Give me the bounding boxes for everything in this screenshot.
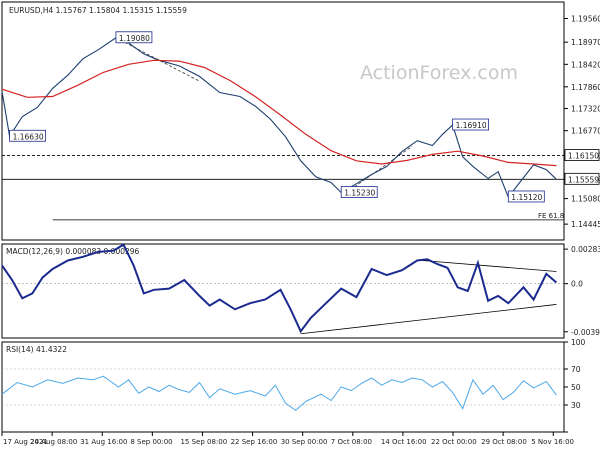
- x-tick-label: 7 Oct 08:00: [331, 438, 372, 446]
- x-tick-label: 22 Oct 00:00: [431, 438, 477, 446]
- macd-y-tick-label: -0.003939: [571, 328, 600, 337]
- macd-y-tick-label: 0.0: [571, 280, 583, 289]
- price-callout-label: 1.16910: [456, 121, 487, 130]
- price-y-tick-label: 1.18970: [571, 38, 600, 47]
- watermark: ActionForex.com: [360, 62, 518, 84]
- x-tick-label: 8 Sep 00:00: [130, 438, 172, 446]
- fibonacci-level-label: FE 61.8: [538, 212, 564, 220]
- macd-y-tick-label: 0.00283: [571, 245, 600, 254]
- rsi-header: RSI(14) 41.4322: [6, 345, 67, 354]
- price-y-tick-label: 1.17320: [571, 105, 600, 114]
- x-tick-label: 31 Aug 16:00: [80, 438, 127, 446]
- price-callout-label: 1.15120: [511, 193, 542, 202]
- x-tick-label: 15 Sep 08:00: [180, 438, 227, 446]
- x-tick-label: 5 Nov 16:00: [531, 438, 574, 446]
- price-y-tick-label: 1.14445: [571, 220, 600, 229]
- x-tick-label: 14 Oct 16:00: [381, 438, 427, 446]
- price-y-tick-label: 1.15080: [571, 195, 600, 204]
- x-tick-label: 29 Oct 08:00: [481, 438, 527, 446]
- rsi-y-tick-label: 70: [571, 365, 581, 374]
- price-header: EURUSD,H4 1.15767 1.15804 1.15315 1.1555…: [9, 6, 187, 15]
- rsi-y-tick-label: 100: [571, 338, 586, 347]
- price-level-label: 1.16150: [568, 152, 599, 161]
- rsi-y-tick-label: 50: [571, 383, 581, 392]
- macd-header: MACD(12,26,9) 0.000083 0.000296: [6, 247, 140, 256]
- x-tick-label: 24 Aug 08:00: [30, 438, 77, 446]
- forex-chart: EURUSD,H4 1.15767 1.15804 1.15315 1.1555…: [0, 0, 600, 450]
- price-callout-label: 1.16630: [13, 132, 44, 141]
- price-callout-label: 1.15230: [344, 189, 375, 198]
- rsi-y-tick-label: 30: [571, 401, 581, 410]
- x-tick-label: 30 Sep 00:00: [281, 438, 328, 446]
- x-tick-label: 22 Sep 16:00: [231, 438, 278, 446]
- price-y-tick-label: 1.16770: [571, 127, 600, 136]
- price-callout-label: 1.19080: [119, 34, 150, 43]
- price-y-tick-label: 1.17860: [571, 83, 600, 92]
- price-level-label: 1.15559: [568, 175, 599, 184]
- price-y-tick-label: 1.19560: [571, 14, 600, 23]
- price-y-tick-label: 1.18420: [571, 60, 600, 69]
